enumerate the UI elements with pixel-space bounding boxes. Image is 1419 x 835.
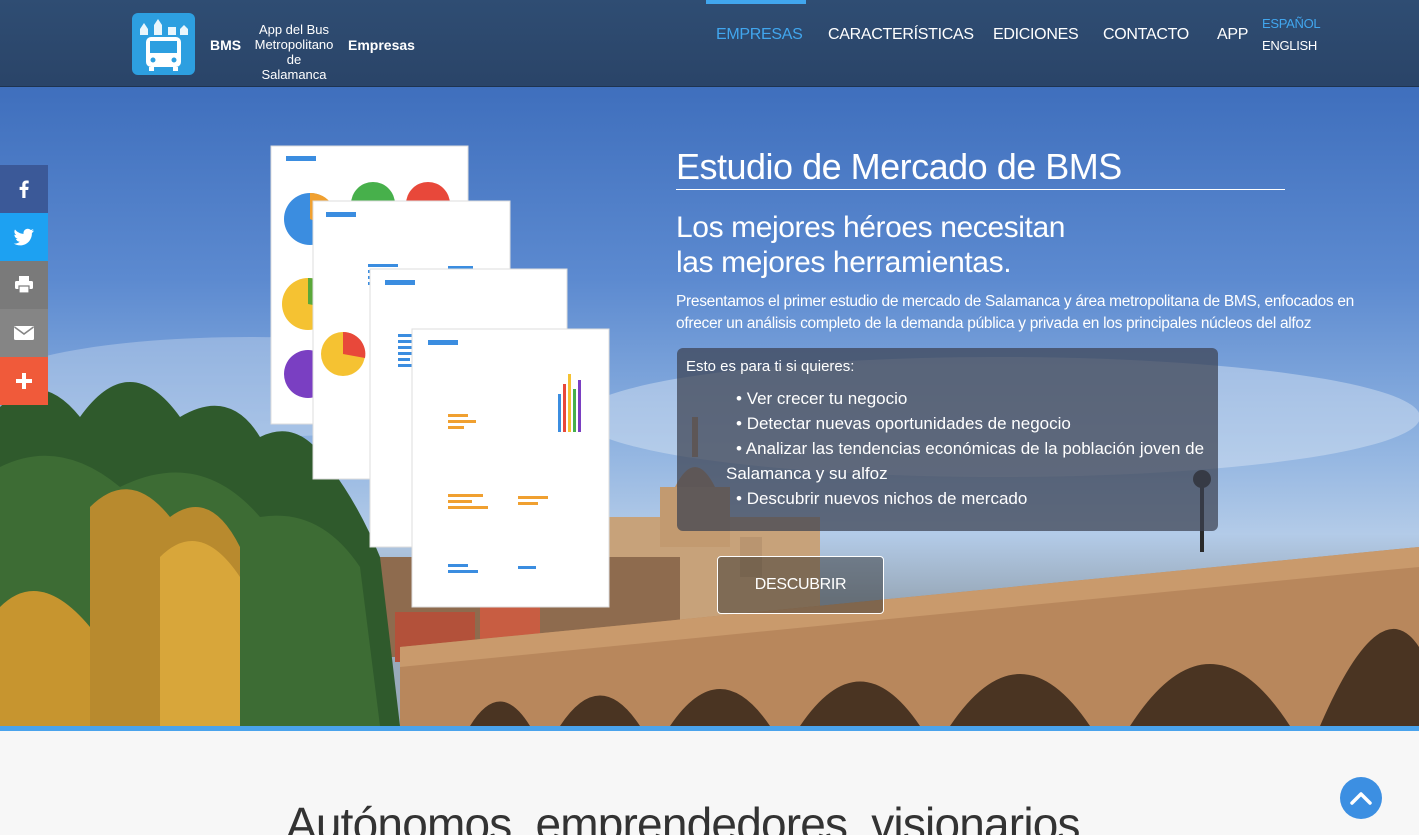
benefits-box: Esto es para ti si quieres: Ver crecer t…	[677, 348, 1218, 531]
brand-app-line: Metropolitano	[254, 37, 334, 52]
share-facebook-button[interactable]	[0, 165, 48, 213]
benefits-intro: Esto es para ti si quieres:	[686, 358, 855, 375]
audience-section-title: Autónomos, emprendedores, visionarios...	[286, 798, 1116, 835]
benefit-item: Descubrir nuevos nichos de mercado	[726, 486, 1216, 511]
back-to-top-button[interactable]	[1340, 777, 1382, 819]
site-header: BMS App del Bus Metropolitano de Salaman…	[0, 0, 1419, 87]
hero-description: Presentamos el primer estudio de mercado…	[676, 293, 1354, 332]
email-icon	[14, 326, 34, 340]
facebook-icon	[19, 180, 29, 198]
brand-section: Empresas	[348, 37, 415, 53]
benefit-item: Ver crecer tu negocio	[726, 386, 1216, 411]
lang-espanol[interactable]: ESPAÑOL	[1262, 16, 1321, 31]
hero-title: Estudio de Mercado de BMS	[676, 146, 1122, 187]
brand-app-name: App del Bus Metropolitano de Salamanca	[254, 22, 334, 82]
nav-item-app[interactable]: APP	[1217, 26, 1248, 44]
plus-icon	[16, 373, 32, 389]
print-icon	[15, 276, 33, 294]
report-pages-image	[270, 145, 610, 608]
nav-active-indicator	[706, 0, 806, 4]
nav-item-ediciones[interactable]: EDICIONES	[993, 26, 1079, 44]
hero-subtitle-line: Los mejores héroes necesitan	[676, 211, 1066, 244]
nav-item-empresas[interactable]: EMPRESAS	[716, 26, 803, 44]
brand-app-line: de Salamanca	[261, 52, 327, 82]
nav-item-contacto[interactable]: CONTACTO	[1103, 26, 1189, 44]
bms-logo[interactable]	[132, 13, 195, 75]
audience-section: Autónomos, emprendedores, visionarios...	[0, 731, 1419, 835]
hero-subtitle: Los mejores héroes necesitan las mejores…	[676, 210, 1065, 280]
benefits-list: Ver crecer tu negocio Detectar nuevas op…	[726, 386, 1216, 511]
brand-app-line: App del Bus	[258, 22, 330, 37]
brand-short: BMS	[210, 37, 242, 53]
more-share-button[interactable]	[0, 357, 48, 405]
email-button[interactable]	[0, 309, 48, 357]
twitter-icon	[13, 228, 34, 246]
benefit-item: Analizar las tendencias económicas de la…	[726, 436, 1216, 486]
benefit-item: Detectar nuevas oportunidades de negocio	[726, 411, 1216, 436]
descubrir-button[interactable]: DESCUBRIR	[717, 556, 884, 614]
hero-subtitle-line: las mejores herramientas.	[676, 246, 1012, 279]
hero-title-underline	[676, 189, 1285, 190]
lang-english[interactable]: ENGLISH	[1262, 38, 1317, 53]
share-twitter-button[interactable]	[0, 213, 48, 261]
chevron-up-icon	[1350, 792, 1372, 805]
nav-item-caracteristicas[interactable]: CARACTERÍSTICAS	[828, 26, 974, 44]
print-button[interactable]	[0, 261, 48, 309]
bus-logo-icon	[140, 19, 188, 71]
hero-bottom-accent	[0, 726, 1419, 731]
hero-banner: Estudio de Mercado de BMS Los mejores hé…	[0, 87, 1419, 726]
